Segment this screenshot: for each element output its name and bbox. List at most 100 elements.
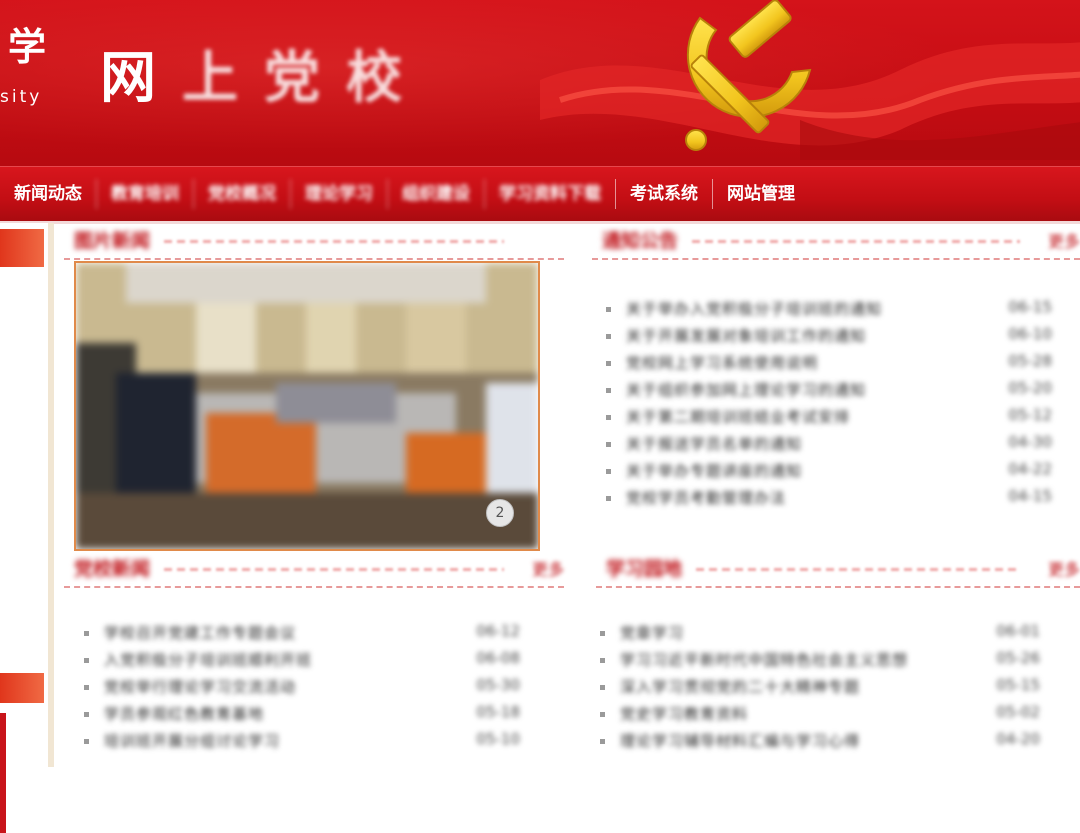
list-item-title[interactable]: 关于组织参加网上理论学习的通知 [626, 379, 866, 400]
list-item: 关于组织参加网上理论学习的通知 05-20 [606, 377, 1052, 404]
bullet-icon [84, 739, 89, 744]
notices-list: 关于举办入党积极分子培训班的通知 06-15 关于开展发展对象培训工作的通知 06-… [606, 296, 1052, 512]
sidebar-tab[interactable] [0, 673, 44, 703]
news-list: 学校召开党建工作专题会议 06-12 入党积极分子培训班顺利开班 06-08 党校举… [84, 620, 520, 755]
list-item: 关于开展发展对象培训工作的通知 06-10 [606, 323, 1052, 350]
list-item: 入党积极分子培训班顺利开班 06-08 [84, 647, 520, 674]
nav-item-organization[interactable]: 组织建设 [387, 179, 484, 209]
list-item-title[interactable]: 学校召开党建工作专题会议 [104, 622, 296, 643]
list-item: 党校网上学习系统使用说明 05-28 [606, 350, 1052, 377]
sidebar-edge [48, 223, 54, 767]
list-item: 学校召开党建工作专题会议 06-12 [84, 620, 520, 647]
list-item-date: 05-18 [476, 703, 520, 721]
section-title: 图片新闻 [74, 230, 151, 252]
bullet-icon [606, 415, 611, 420]
list-item-title[interactable]: 党史学习教育资料 [620, 703, 748, 724]
site-banner: 学 sity 网 上党校 [0, 0, 1080, 166]
photo-news-slideshow[interactable] [74, 261, 540, 551]
list-item: 关于报送学员名单的通知 04-30 [606, 431, 1052, 458]
bullet-icon [84, 631, 89, 636]
list-item-date: 06-10 [1008, 325, 1052, 343]
bullet-icon [606, 442, 611, 447]
list-item: 党校举行理论学习交流活动 05-30 [84, 674, 520, 701]
section-divider [164, 568, 504, 571]
sidebar-accent [0, 713, 6, 833]
nav-item-theory[interactable]: 理论学习 [290, 179, 387, 209]
bullet-icon [600, 739, 605, 744]
nav-item-about[interactable]: 党校概况 [193, 179, 290, 209]
list-item-date: 05-15 [996, 676, 1040, 694]
more-link[interactable]: 更多 [532, 556, 564, 580]
list-item-title[interactable]: 关于开展发展对象培训工作的通知 [626, 325, 866, 346]
list-item-date: 04-22 [1008, 460, 1052, 478]
list-item-title[interactable]: 党章学习 [620, 622, 684, 643]
nav-item-education[interactable]: 教育培训 [96, 179, 193, 209]
list-item-title[interactable]: 关于举办入党积极分子培训班的通知 [626, 298, 882, 319]
list-item-title[interactable]: 党校举行理论学习交流活动 [104, 676, 296, 697]
section-divider [692, 240, 1020, 243]
list-item: 学员参观红色教育基地 05-18 [84, 701, 520, 728]
section-header-study: 学习园地 更多 [596, 552, 1080, 588]
list-item-date: 05-20 [1008, 379, 1052, 397]
list-item-date: 04-20 [996, 730, 1040, 748]
bullet-icon [606, 361, 611, 366]
section-divider [696, 568, 1020, 571]
slide-indicator[interactable]: 2 [486, 499, 514, 527]
site-title-rest: 上党校 [182, 44, 428, 111]
university-english-name: sity [0, 87, 43, 107]
list-item-date: 05-30 [476, 676, 520, 694]
section-title: 学习园地 [606, 558, 683, 580]
bullet-icon [600, 712, 605, 717]
nav-item-site-admin[interactable]: 网站管理 [712, 179, 809, 209]
left-sidebar-strip [0, 223, 54, 833]
list-item-date: 05-12 [1008, 406, 1052, 424]
section-title: 通知公告 [602, 230, 679, 252]
list-item: 党章学习 06-01 [600, 620, 1040, 647]
more-link[interactable]: 更多 [1048, 228, 1080, 252]
bullet-icon [606, 469, 611, 474]
main-nav: 新闻动态 教育培训 党校概况 理论学习 组织建设 学习资料下载 考试系统 网站管… [0, 166, 1080, 224]
list-item: 关于举办入党积极分子培训班的通知 06-15 [606, 296, 1052, 323]
more-link[interactable]: 更多 [1048, 556, 1080, 580]
bullet-icon [600, 658, 605, 663]
list-item-title[interactable]: 学习习近平新时代中国特色社会主义思想 [620, 649, 908, 670]
site-title-first-char: 网 [100, 44, 182, 111]
section-header-news: 党校新闻 更多 [64, 552, 564, 588]
list-item-title[interactable]: 关于第二期培训班结业考试安排 [626, 406, 850, 427]
section-title: 党校新闻 [74, 558, 151, 580]
list-item-date: 06-08 [476, 649, 520, 667]
list-item-date: 05-26 [996, 649, 1040, 667]
nav-item-downloads[interactable]: 学习资料下载 [484, 179, 615, 209]
list-item-title[interactable]: 理论学习辅导材料汇编与学习心得 [620, 730, 860, 751]
section-divider [164, 240, 504, 243]
list-item: 理论学习辅导材料汇编与学习心得 04-20 [600, 728, 1040, 755]
bullet-icon [606, 496, 611, 501]
study-list: 党章学习 06-01 学习习近平新时代中国特色社会主义思想 05-26 深入学习贯彻… [600, 620, 1040, 755]
list-item-title[interactable]: 党校网上学习系统使用说明 [626, 352, 818, 373]
sidebar-tab[interactable] [0, 229, 44, 267]
university-name-char: 学 [8, 24, 47, 69]
list-item: 学习习近平新时代中国特色社会主义思想 05-26 [600, 647, 1040, 674]
list-item: 关于举办专题讲座的通知 04-22 [606, 458, 1052, 485]
list-item-title[interactable]: 入党积极分子培训班顺利开班 [104, 649, 312, 670]
section-header-photo-news: 图片新闻 [64, 224, 564, 260]
nav-item-news[interactable]: 新闻动态 [0, 179, 96, 209]
list-item-title[interactable]: 关于报送学员名单的通知 [626, 433, 802, 454]
list-item: 深入学习贯彻党的二十大精神专题 05-15 [600, 674, 1040, 701]
bullet-icon [606, 388, 611, 393]
list-item: 党校学员考勤管理办法 04-15 [606, 485, 1052, 512]
list-item-date: 06-15 [1008, 298, 1052, 316]
bullet-icon [606, 334, 611, 339]
list-item-title[interactable]: 深入学习贯彻党的二十大精神专题 [620, 676, 860, 697]
nav-item-exam-system[interactable]: 考试系统 [615, 179, 712, 209]
list-item-title[interactable]: 培训班开展分组讨论学习 [104, 730, 280, 751]
bullet-icon [600, 685, 605, 690]
list-item-date: 06-12 [476, 622, 520, 640]
list-item-date: 05-28 [1008, 352, 1052, 370]
news-photo [76, 263, 538, 549]
list-item-title[interactable]: 党校学员考勤管理办法 [626, 487, 786, 508]
list-item-title[interactable]: 学员参观红色教育基地 [104, 703, 264, 724]
list-item-title[interactable]: 关于举办专题讲座的通知 [626, 460, 802, 481]
bullet-icon [606, 307, 611, 312]
list-item: 关于第二期培训班结业考试安排 05-12 [606, 404, 1052, 431]
